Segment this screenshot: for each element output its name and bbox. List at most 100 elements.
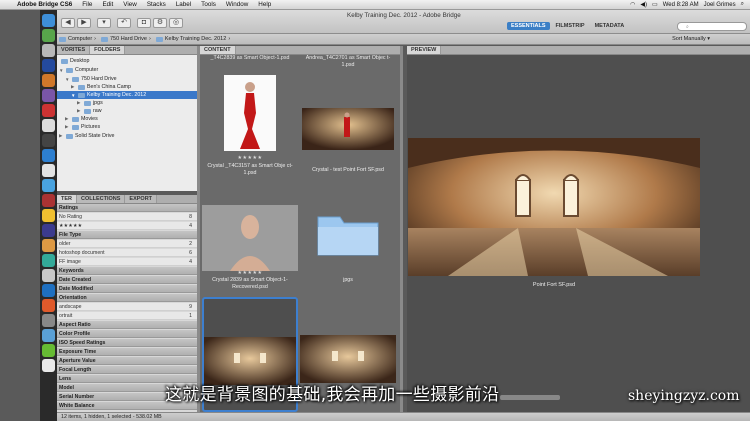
filter-category[interactable]: Date Created (57, 276, 197, 284)
app-icon[interactable] (42, 314, 55, 327)
disclosure-triangle-icon[interactable]: ▶ (77, 108, 82, 114)
tree-node-selected[interactable]: ▼ Kelby Training Dec. 2012 (57, 91, 197, 99)
wifi-icon[interactable]: ◠ (630, 1, 635, 8)
app-icon[interactable] (42, 119, 55, 132)
breadcrumb-item[interactable]: 750 Hard Drive › (101, 36, 151, 42)
filter-category[interactable]: Exposure Time (57, 348, 197, 356)
tree-node[interactable]: ▶ jpgs (77, 99, 103, 107)
spotlight-icon[interactable]: ⌕ (741, 1, 744, 8)
disclosure-triangle-icon[interactable]: ▶ (77, 100, 82, 106)
tree-node[interactable]: ▼ 750 Hard Drive (65, 75, 117, 83)
tab-preview[interactable]: PREVIEW (407, 46, 442, 54)
app-icon[interactable] (42, 329, 55, 342)
filter-option[interactable]: No Rating 8 (57, 213, 197, 221)
thumbnail[interactable] (300, 335, 396, 383)
filter-option[interactable]: older 2 (57, 240, 197, 248)
battery-icon[interactable]: ▭ (652, 1, 658, 8)
menu-app[interactable]: Adobe Bridge CS6 (12, 1, 77, 8)
menu-view[interactable]: View (118, 1, 142, 8)
tab-filter[interactable]: TER (57, 195, 77, 203)
refine-button[interactable]: ⚙ (153, 18, 167, 28)
menu-file[interactable]: File (77, 1, 97, 8)
filter-option[interactable]: hotoshop document 6 (57, 249, 197, 257)
return-to-photoshop-button[interactable]: ↶ (117, 18, 131, 28)
disclosure-triangle-icon[interactable]: ▶ (65, 116, 70, 122)
app-icon[interactable] (42, 164, 55, 177)
app-icon[interactable] (42, 74, 55, 87)
menu-label[interactable]: Label (171, 1, 196, 8)
filter-category[interactable]: ISO Speed Ratings (57, 339, 197, 347)
rating-stars[interactable]: ★★★★★ (202, 155, 298, 161)
filter-option[interactable]: FF image 4 (57, 258, 197, 266)
filter-option[interactable]: andscape 9 (57, 303, 197, 311)
filter-option[interactable]: ★★★★★ 4 (57, 222, 197, 230)
thumbnail-size-slider[interactable] (500, 395, 560, 400)
app-icon[interactable] (42, 209, 55, 222)
forward-button[interactable]: ▶ (77, 18, 91, 28)
filter-category[interactable]: Keywords (57, 267, 197, 275)
tree-node[interactable]: ▶ Solid State Drive (59, 132, 114, 140)
open-camera-raw-button[interactable]: ◎ (169, 18, 183, 28)
sort-dropdown[interactable]: Sort Manually ▾ (672, 36, 710, 42)
recent-folder-button[interactable]: ▾ (97, 18, 111, 28)
app-icon[interactable] (42, 194, 55, 207)
filter-category[interactable]: Orientation (57, 294, 197, 302)
disclosure-triangle-icon[interactable]: ▼ (65, 77, 70, 82)
filter-category[interactable]: Focal Length (57, 366, 197, 374)
menubar-clock[interactable]: Wed 8:28 AM (663, 2, 699, 8)
app-icon[interactable] (42, 284, 55, 297)
filter-category[interactable]: Date Modified (57, 285, 197, 293)
menubar-user[interactable]: Joel Grimes (704, 2, 736, 8)
app-icon[interactable] (42, 104, 55, 117)
app-icon[interactable] (42, 89, 55, 102)
app-icon[interactable] (42, 239, 55, 252)
app-icon[interactable] (42, 224, 55, 237)
app-icon[interactable] (42, 29, 55, 42)
filter-category[interactable]: File Type (57, 231, 197, 239)
camera-icon[interactable]: ◘ (137, 18, 151, 28)
app-icon[interactable] (42, 344, 55, 357)
menu-window[interactable]: Window (221, 1, 253, 8)
tree-node[interactable]: Desktop (61, 57, 89, 65)
menu-edit[interactable]: Edit (97, 1, 118, 8)
menu-stacks[interactable]: Stacks (142, 1, 171, 8)
disclosure-triangle-icon[interactable]: ▼ (71, 93, 76, 98)
rating-stars[interactable]: ★★★★★ (202, 270, 298, 276)
search-input[interactable]: ⌕ (677, 22, 747, 31)
tree-node[interactable]: ▶ Movies (65, 115, 98, 123)
app-icon[interactable] (42, 179, 55, 192)
photoshop-icon[interactable] (42, 59, 55, 72)
filter-category[interactable]: Aspect Ratio (57, 321, 197, 329)
tree-node[interactable]: ▶ raw (77, 107, 102, 115)
tree-node[interactable]: ▶ Ben's China Camp (71, 83, 131, 91)
thumbnail[interactable] (202, 73, 298, 163)
workspace-essentials[interactable]: ESSENTIALS (507, 22, 550, 30)
workspace-metadata[interactable]: METADATA (591, 22, 629, 30)
app-icon[interactable] (42, 254, 55, 267)
breadcrumb-item[interactable]: Kelby Training Dec. 2012 › (155, 36, 230, 42)
app-icon[interactable] (42, 134, 55, 147)
filter-category[interactable]: Ratings (57, 204, 197, 212)
menu-help[interactable]: Help (253, 1, 276, 8)
app-icon[interactable] (42, 299, 55, 312)
workspace-filmstrip[interactable]: FILMSTRIP (552, 22, 589, 30)
thumbnail[interactable] (300, 73, 396, 163)
menu-tools[interactable]: Tools (196, 1, 221, 8)
filter-category[interactable]: Aperture Value (57, 357, 197, 365)
back-button[interactable]: ◀ (61, 18, 75, 28)
preview-image[interactable] (408, 138, 700, 276)
breadcrumb-item[interactable]: Computer › (59, 36, 96, 42)
tab-content[interactable]: CONTENT (200, 46, 236, 54)
tab-folders[interactable]: FOLDERS (90, 46, 126, 54)
app-icon[interactable] (42, 359, 55, 372)
tab-favorites[interactable]: VORITES (57, 46, 91, 54)
disclosure-triangle-icon[interactable]: ▶ (59, 133, 64, 139)
filter-option[interactable]: ortrait 1 (57, 312, 197, 320)
filter-category[interactable]: Color Profile (57, 330, 197, 338)
app-icon[interactable] (42, 269, 55, 282)
disclosure-triangle-icon[interactable]: ▼ (59, 68, 64, 73)
finder-icon[interactable] (42, 14, 55, 27)
disclosure-triangle-icon[interactable]: ▶ (65, 124, 70, 130)
tab-export[interactable]: EXPORT (125, 195, 158, 203)
tab-collections[interactable]: COLLECTIONS (77, 195, 126, 203)
